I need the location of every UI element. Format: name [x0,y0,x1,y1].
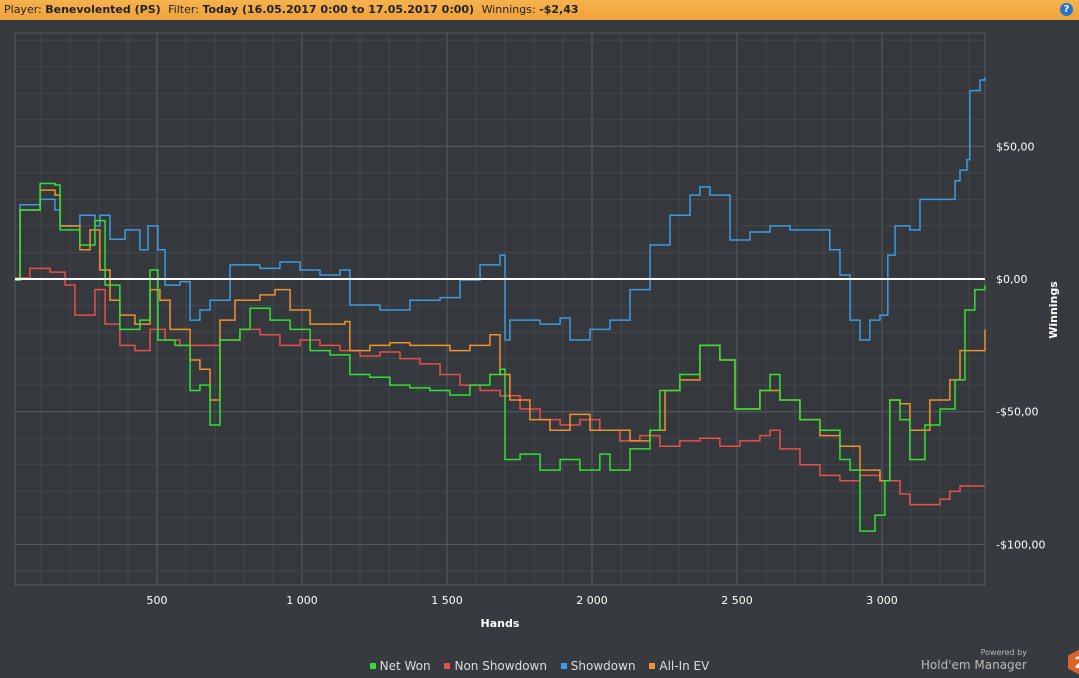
powered-by: Powered by [980,648,1027,657]
x-tick-label: 500 [147,594,168,607]
x-tick-label: 2 000 [576,594,608,607]
legend-label: All-In EV [659,659,710,673]
x-axis-title: Hands [481,617,520,630]
grid [14,32,986,586]
legend-label: Net Won [379,659,431,673]
y-axis-title: Winnings [1047,281,1060,339]
legend-all-in-ev[interactable]: All-In EV [649,659,709,673]
legend-net-won[interactable]: Net Won [369,659,431,673]
legend-swatch [444,663,451,669]
x-tick-label: 2 500 [721,594,753,607]
legend-label: Non Showdown [454,659,547,673]
winnings-chart: 500 1 000 1 500 2 000 2 500 3 000 $50,00 $0,00 -… [14,32,1060,630]
legend-swatch [369,663,376,669]
legend-label: Showdown [570,659,636,673]
plot-area [14,32,986,586]
y-tick-label: -$50,00 [996,406,1038,419]
y-tick-label: $50,00 [996,140,1035,153]
y-tick-label: $0,00 [996,273,1028,286]
svg-text:2: 2 [1074,653,1079,672]
legend-swatch [649,663,656,669]
hem2-logo-icon: 2 [1068,649,1079,675]
legend-non-showdown[interactable]: Non Showdown [444,659,547,673]
legend-swatch [560,663,567,669]
brand-name: Hold'em Manager [920,658,1027,672]
x-tick-label: 1 000 [286,594,318,607]
x-tick-label: 1 500 [431,594,463,607]
y-tick-label: -$100,00 [996,538,1045,551]
legend: Net Won Non Showdown Showdown All-In EV [0,658,1079,673]
legend-showdown[interactable]: Showdown [560,659,636,673]
x-tick-label: 3 000 [866,594,898,607]
